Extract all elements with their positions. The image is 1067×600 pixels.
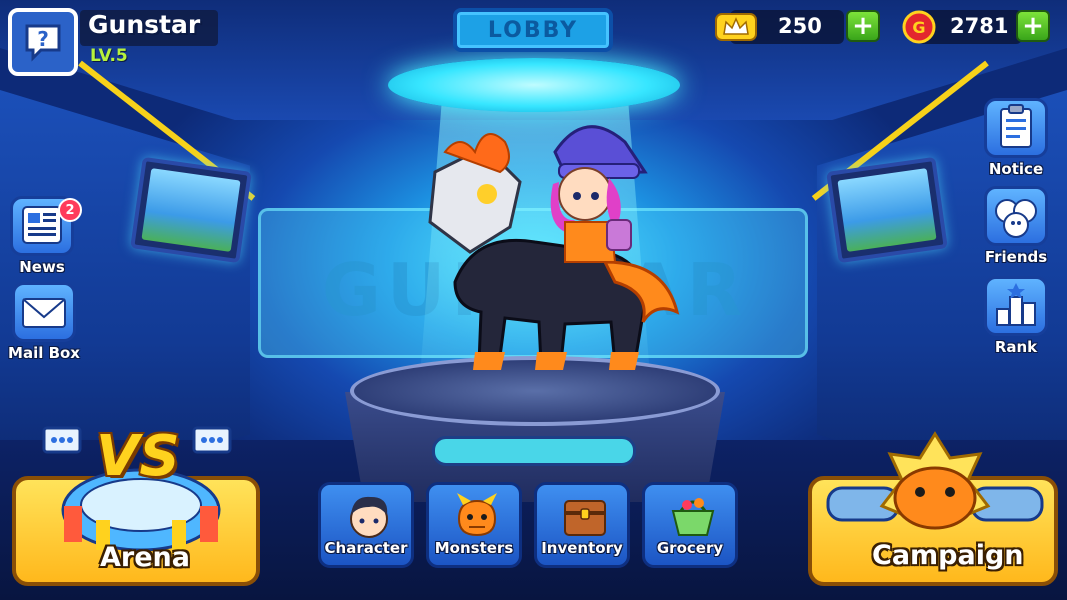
rank-button[interactable]: Rank [982, 276, 1050, 356]
grocery-label: Grocery [656, 539, 724, 557]
friends-label: Friends [984, 248, 1048, 266]
mailbox-tile [12, 282, 76, 342]
monsters-label: Monsters [434, 539, 514, 557]
character-button[interactable]: Character [318, 482, 414, 568]
gold-coin-symbol: G [912, 18, 925, 37]
pedestal-light-bar [432, 436, 636, 466]
vs-badge: VS [96, 424, 180, 489]
dragon-cannon-icon [826, 431, 1044, 530]
envelope-icon [22, 298, 66, 328]
mailbox-button[interactable]: Mail Box [8, 282, 80, 362]
lobby-title: LOBBY [487, 17, 579, 43]
monsters-button[interactable]: Monsters [426, 482, 522, 568]
character-label: Character [324, 539, 408, 557]
basket-icon [671, 498, 715, 536]
crown-ticket-icon [715, 13, 757, 41]
stadium-light-left-icon [42, 426, 82, 454]
friends-button[interactable]: Friends [982, 186, 1050, 266]
stadium-light-right-icon [192, 426, 232, 454]
news-notification-badge: 2 [58, 198, 82, 222]
rank-label: Rank [994, 338, 1038, 356]
campaign-button[interactable]: Campaign [808, 431, 1058, 586]
gold-coin-icon: G [902, 10, 936, 44]
monitor-screen [837, 168, 937, 252]
crown-count: 250 [778, 14, 822, 38]
arena-button[interactable]: Arena [12, 468, 260, 586]
notice-button[interactable]: Notice [982, 98, 1050, 178]
add-crowns-button[interactable]: + [846, 10, 880, 42]
left-monitor [130, 156, 252, 264]
lobby-sign: LOBBY [453, 8, 613, 52]
chest-icon [564, 500, 606, 536]
grocery-button[interactable]: Grocery [642, 482, 738, 568]
rank-icon [996, 283, 1036, 326]
clipboard-icon [1000, 104, 1032, 148]
add-gold-button[interactable]: + [1016, 10, 1050, 42]
friends-tile [984, 186, 1048, 246]
plus-icon: + [852, 11, 874, 41]
ceiling-light-ring [388, 58, 680, 112]
player-level: LV.5 [90, 46, 128, 66]
gold-count: 2781 [950, 14, 1009, 38]
monitor-screen [141, 168, 241, 252]
svg-text:?: ? [37, 27, 49, 51]
arena-label: Arena [100, 542, 190, 573]
player-avatar-button[interactable]: ? [8, 8, 78, 76]
notice-label: Notice [988, 160, 1044, 178]
unknown-avatar-icon: ? [25, 24, 61, 62]
hero-character[interactable] [415, 112, 685, 382]
lobby-scene: GUNSTAR LOBBY [0, 0, 1067, 600]
player-name: Gunstar [88, 10, 201, 39]
notice-tile [984, 98, 1048, 158]
inventory-label: Inventory [541, 539, 623, 557]
plus-icon: + [1022, 11, 1044, 41]
right-monitor [826, 156, 948, 264]
inventory-button[interactable]: Inventory [534, 482, 630, 568]
witch-rider [550, 125, 648, 263]
rank-tile [984, 276, 1048, 336]
character-icon [350, 496, 388, 538]
dragon-icon [457, 493, 497, 537]
mailbox-label: Mail Box [8, 344, 80, 362]
campaign-label: Campaign [872, 540, 1024, 571]
friends-icon [995, 199, 1037, 238]
news-label: News [19, 258, 65, 276]
